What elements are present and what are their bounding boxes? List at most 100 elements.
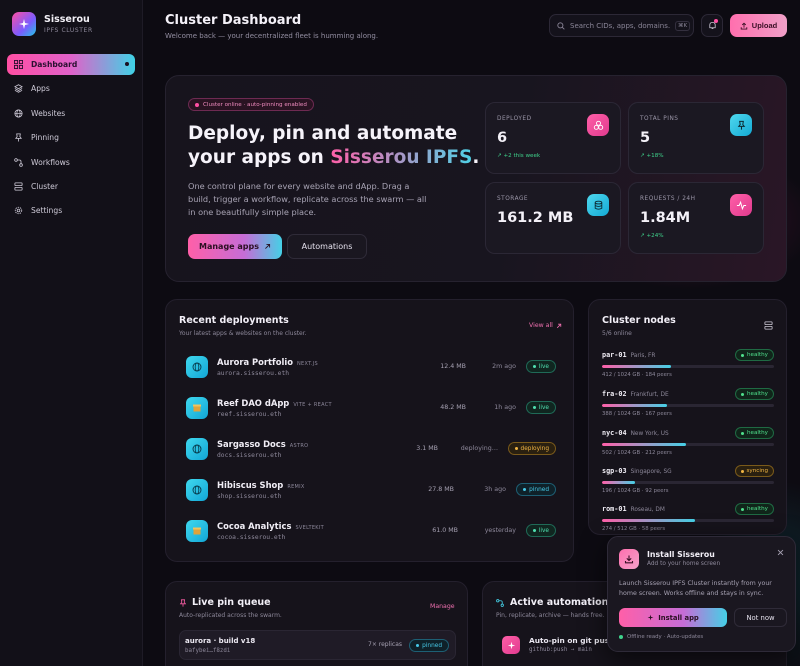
- stat-delta: ↗ +2 this week: [497, 153, 541, 159]
- deployment-time: deploying…: [460, 445, 498, 452]
- stat-delta: ↗ +18%: [640, 153, 664, 159]
- sidebar-item-settings[interactable]: Settings: [7, 200, 135, 221]
- stat-card-deployed: DEPLOYED 6 ↗ +2 this week: [485, 102, 621, 174]
- globe-icon: [186, 356, 208, 378]
- recent-deployments-panel: Recent deployments Your latest apps & we…: [165, 299, 574, 562]
- deployment-row[interactable]: Cocoa Analytics SVELTEKIT cocoa.sisserou.…: [186, 516, 556, 546]
- hero-heading-highlight: Sisserou IPFS: [330, 147, 473, 168]
- queue-item-cid: bafybei…f8zdi: [185, 648, 231, 654]
- deployment-domain: aurora.sisserou.eth: [217, 370, 290, 377]
- sidebar-item-cluster[interactable]: Cluster: [7, 176, 135, 197]
- deployment-row[interactable]: Aurora Portfolio NEXT.JS aurora.sisserou.…: [186, 352, 556, 382]
- install-prompt: Install Sisserou Add to your home screen…: [607, 536, 796, 652]
- page-title: Cluster Dashboard: [165, 13, 302, 28]
- not-now-button[interactable]: Not now: [734, 608, 787, 627]
- deployment-name: Aurora Portfolio NEXT.JS: [217, 357, 318, 367]
- deployment-domain: shop.sisserou.eth: [217, 493, 282, 500]
- deployment-row[interactable]: Hibiscus Shop REMIX shop.sisserou.eth 27.…: [186, 475, 556, 505]
- hero-heading-prefix: your apps on: [188, 147, 331, 168]
- node-usage-fill: [602, 443, 687, 446]
- notifications-button[interactable]: [701, 14, 723, 37]
- install-subtitle: Add to your home screen: [647, 561, 721, 567]
- queue-item[interactable]: aurora · build v18 bafybei…f8zdi 7× repl…: [179, 630, 456, 660]
- panel-title: Cluster nodes: [602, 315, 676, 326]
- automations-button[interactable]: Automations: [287, 234, 367, 259]
- grid-icon: [14, 60, 23, 69]
- node-meta: 502 / 1024 GB · 212 peers: [602, 450, 672, 456]
- workflow-icon: [14, 157, 23, 167]
- panel-title: Active automations: [510, 597, 615, 608]
- node-row[interactable]: rom-01 Roseau, DM healthy 274 / 512 GB · …: [602, 503, 774, 539]
- hero-heading: Deploy, pin and automate your apps on Si…: [188, 122, 488, 170]
- upload-button[interactable]: Upload: [730, 14, 787, 37]
- status-badge: live: [525, 524, 556, 537]
- search-input[interactable]: [570, 21, 670, 30]
- node-row[interactable]: sgp-03 Singapore, SG syncing 196 / 1024 G…: [602, 465, 774, 501]
- deployment-row[interactable]: Reef DAO dApp VITE + REACT reef.sisserou.…: [186, 393, 556, 423]
- cubes-icon: [587, 114, 609, 136]
- status-badge: Cluster online · auto-pinning enabled: [188, 98, 314, 111]
- brand[interactable]: Sisserou IPFS CLUSTER: [12, 12, 93, 36]
- queue-item-replicas: 7× replicas: [368, 641, 403, 648]
- deployment-size: 27.8 MB: [428, 486, 454, 493]
- status-dot: [195, 102, 199, 107]
- search-icon: [557, 21, 565, 30]
- server-icon: [14, 182, 23, 191]
- panel-title: Recent deployments: [179, 315, 289, 326]
- deployment-size: 12.4 MB: [440, 363, 466, 370]
- view-all-link[interactable]: View all: [529, 322, 562, 329]
- stat-value: 1.84M: [640, 210, 691, 226]
- manage-queue-link[interactable]: Manage: [430, 603, 455, 610]
- node-meta: 196 / 1024 GB · 92 peers: [602, 488, 669, 494]
- node-row[interactable]: par-01 Paris, FR healthy 412 / 1024 GB · …: [602, 349, 774, 385]
- live-pin-queue-panel: Live pin queue Auto-replicated across th…: [165, 581, 468, 666]
- sidebar-item-label: Cluster: [31, 181, 58, 191]
- hero-heading-suffix: .: [472, 147, 480, 168]
- close-icon[interactable]: [775, 547, 785, 557]
- hero-card: Cluster online · auto-pinning enabled De…: [165, 75, 787, 282]
- sidebar-item-apps[interactable]: Apps: [7, 78, 135, 99]
- node-row[interactable]: fra-02 Frankfurt, DE healthy 388 / 1024 G…: [602, 388, 774, 424]
- sidebar-item-dashboard[interactable]: Dashboard: [7, 54, 135, 75]
- deployment-name: Sargasso Docs ASTRO: [217, 439, 309, 449]
- sidebar-item-label: Workflows: [31, 157, 70, 167]
- sidebar-item-label: Settings: [31, 206, 63, 216]
- deployment-row[interactable]: Sargasso Docs ASTRO docs.sisserou.eth 3.1…: [186, 434, 556, 464]
- server-icon[interactable]: [764, 321, 773, 330]
- node-usage-fill: [602, 365, 671, 368]
- node-usage-bar: [602, 519, 774, 522]
- sidebar-item-label: Websites: [31, 108, 66, 118]
- stat-value: 5: [640, 130, 651, 146]
- node-row[interactable]: nyc-04 New York, US healthy 502 / 1024 GB…: [602, 427, 774, 463]
- app-root: Sisserou IPFS CLUSTER Dashboard Apps Web…: [0, 0, 800, 666]
- status-badge: pinned: [516, 483, 556, 496]
- panel-title: Live pin queue: [192, 597, 271, 608]
- deployment-size: 48.2 MB: [440, 404, 466, 411]
- sidebar-item-label: Pinning: [31, 133, 59, 143]
- stat-value: 6: [497, 130, 508, 146]
- sidebar-item-workflows[interactable]: Workflows: [7, 152, 135, 173]
- box-icon: [186, 397, 208, 419]
- sidebar-item-pinning[interactable]: Pinning: [7, 127, 135, 148]
- stat-label: DEPLOYED: [497, 116, 532, 122]
- stat-delta: ↗ +24%: [640, 233, 664, 239]
- pin-icon: [14, 133, 23, 142]
- panel-subtitle: Pin, replicate, archive — hands free.: [496, 612, 605, 619]
- install-app-label: Install app: [658, 613, 699, 622]
- install-footer: Offline ready · Auto-updates: [619, 634, 703, 640]
- stat-card-storage: STORAGE 161.2 MB: [485, 182, 621, 254]
- sidebar-item-websites[interactable]: Websites: [7, 103, 135, 124]
- gear-icon: [14, 207, 23, 215]
- deployment-domain: docs.sisserou.eth: [217, 452, 282, 459]
- deployment-time: yesterday: [484, 527, 516, 534]
- manage-apps-button[interactable]: Manage apps: [188, 234, 282, 259]
- sparkle-icon: [647, 614, 654, 621]
- brand-name: Sisserou: [44, 14, 90, 25]
- node-usage-fill: [602, 404, 668, 407]
- install-app-button[interactable]: Install app: [619, 608, 727, 627]
- deployment-name: Reef DAO dApp VITE + REACT: [217, 398, 332, 408]
- search-box[interactable]: ⌘K: [549, 14, 694, 37]
- status-badge: live: [525, 401, 556, 414]
- globe-icon: [186, 479, 208, 501]
- node-id: fra-02 Frankfurt, DE: [602, 390, 669, 398]
